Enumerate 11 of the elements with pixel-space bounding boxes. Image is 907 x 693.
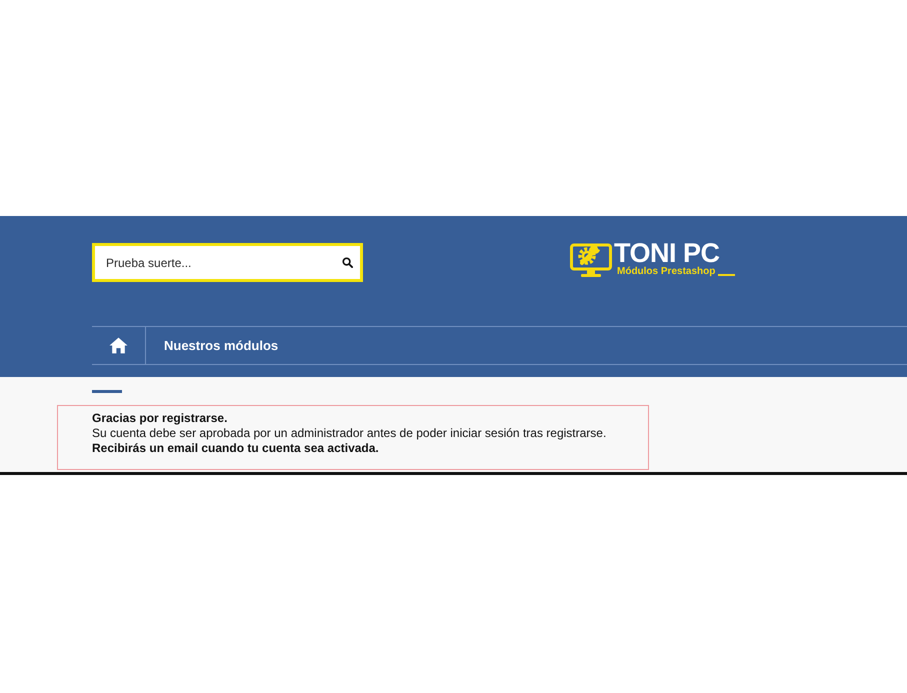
message-text: Gracias por registrarse. [92,411,228,426]
monitor-gear-wrench-icon [570,241,612,278]
search-icon[interactable] [342,257,353,268]
logo-subtitle: Módulos Prestashop [617,266,716,278]
search-field[interactable]: Prueba suerte... [92,243,363,282]
message-text: Su cuenta debe ser aprobada por un administrador antes de poder iniciar sesión tras registrarse. [92,426,608,441]
logo-title: TONI PC [614,240,721,266]
home-icon[interactable] [109,337,128,354]
accent-bar [92,390,122,393]
nav-link[interactable]: Nuestros módulos [164,338,278,353]
message-text: Recibirás un email cuando tu cuenta sea activada. [92,441,380,456]
